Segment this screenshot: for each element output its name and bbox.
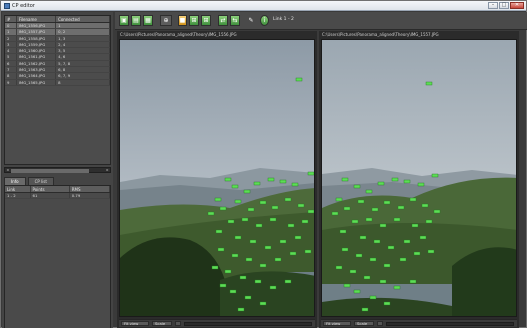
window-title: CP editor	[12, 2, 35, 9]
cell-index: 0	[5, 23, 17, 29]
image-list-header: # Filename Connected	[5, 16, 110, 23]
info-icon[interactable]: i	[260, 15, 269, 26]
right-image-path: C:\Users\Pictures\Panorama_aligned\Theor…	[322, 32, 439, 37]
cell-index: 4	[5, 48, 17, 54]
column-header-rms[interactable]: RMS	[70, 186, 110, 192]
cell-connected: 8	[56, 79, 110, 85]
table-row[interactable]: 9 IMG_1565.JPG 8	[5, 79, 110, 86]
minimize-button[interactable]: –	[488, 2, 498, 9]
link-table-header: Link Points RMS	[5, 186, 110, 193]
panel-tabs: Info CP list	[4, 177, 54, 185]
cell-filename: IMG_1561.JPG	[17, 54, 57, 60]
app-window: CP editor – □ ✕ # Filename Connected 0 IM…	[0, 0, 527, 328]
cell-link: 1 - 2	[5, 193, 31, 199]
fit-icon[interactable]: ▣	[119, 15, 129, 26]
cell-filename: IMG_1559.JPG	[17, 41, 57, 48]
close-button[interactable]: ✕	[510, 2, 524, 9]
right-zoom-select[interactable]: Fit view	[323, 321, 351, 326]
link-label: Link 1 - 2	[273, 17, 294, 22]
swap-2-icon[interactable]: ⇆	[230, 15, 240, 26]
cell-index: 2	[5, 35, 17, 41]
cp-icon[interactable]: ⊕	[160, 15, 172, 26]
cell-filename: IMG_1560.JPG	[17, 48, 57, 54]
tab-cp-list[interactable]: CP list	[27, 177, 54, 185]
scrollbar-thumb[interactable]	[11, 168, 89, 173]
column-header-connected[interactable]: Connected	[56, 16, 110, 22]
left-horizontal-scrollbar[interactable]	[184, 322, 312, 326]
cell-filename: IMG_1557.JPG	[17, 29, 57, 35]
image-list-table: # Filename Connected 0 IMG_1556.JPG 1 1 IMG…	[4, 15, 111, 165]
left-scale-select[interactable]: Scale	[152, 321, 172, 326]
left-image-path: C:\Users\Pictures\Panorama_aligned\Theor…	[120, 32, 237, 37]
right-horizontal-scrollbar[interactable]	[386, 322, 514, 326]
align-2-icon[interactable]: ⊞	[201, 15, 211, 26]
cell-connected: 0, 2	[56, 29, 110, 35]
zoom-icon[interactable]: ▤	[131, 15, 141, 26]
cell-rms: 0.79	[70, 193, 110, 199]
swap-icon[interactable]: ⇄	[218, 15, 228, 26]
left-landscape-image	[120, 40, 314, 316]
left-pane-controls: Fit view Scale	[119, 319, 315, 327]
right-landscape-image	[322, 40, 516, 316]
column-header-index[interactable]: #	[5, 16, 17, 22]
cell-filename: IMG_1562.JPG	[17, 60, 57, 67]
left-zoom-select[interactable]: Fit view	[121, 321, 149, 326]
settings-icon[interactable]: ✎	[246, 15, 256, 26]
column-header-filename[interactable]: Filename	[17, 16, 57, 22]
grid-icon[interactable]: ▦	[143, 15, 153, 26]
cell-filename: IMG_1556.JPG	[17, 23, 57, 29]
link-table: Link Points RMS 1 - 2 61 0.79	[4, 185, 111, 328]
cell-filename: IMG_1563.JPG	[17, 67, 57, 73]
right-image-pane: C:\Users\Pictures\Panorama_aligned\Theor…	[319, 31, 519, 328]
app-icon	[4, 3, 10, 9]
cell-index: 6	[5, 60, 17, 67]
highlight-icon[interactable]: ■	[178, 15, 187, 26]
cell-points: 61	[31, 193, 70, 199]
cell-connected: 6, 7, 9	[56, 73, 110, 79]
cell-connected: 4, 6	[56, 54, 110, 60]
cell-connected: 1	[56, 23, 110, 29]
cell-index: 7	[5, 67, 17, 73]
left-prev-icon[interactable]	[175, 321, 181, 326]
image-list-scrollbar[interactable]: ◂ ▸	[4, 167, 111, 173]
maximize-button[interactable]: □	[499, 2, 509, 9]
cell-connected: 2, 4	[56, 41, 110, 48]
cell-index: 1	[5, 29, 17, 35]
table-row[interactable]: 1 - 2 61 0.79	[5, 193, 110, 200]
right-prev-icon[interactable]	[377, 321, 383, 326]
right-scale-select[interactable]: Scale	[354, 321, 374, 326]
cell-filename: IMG_1564.JPG	[17, 73, 57, 79]
cell-filename: IMG_1558.JPG	[17, 35, 57, 41]
cell-index: 3	[5, 41, 17, 48]
left-image-pane: C:\Users\Pictures\Panorama_aligned\Theor…	[117, 31, 317, 328]
cell-index: 8	[5, 73, 17, 79]
cell-index: 9	[5, 79, 17, 85]
cell-connected: 1, 3	[56, 35, 110, 41]
scroll-left-icon[interactable]: ◂	[5, 168, 10, 172]
title-bar: CP editor – □ ✕	[1, 1, 526, 11]
cell-filename: IMG_1565.JPG	[17, 79, 57, 85]
right-photo[interactable]	[321, 39, 517, 317]
left-panel: # Filename Connected 0 IMG_1556.JPG 1 1 IMG…	[2, 12, 113, 328]
cell-connected: 6, 8	[56, 67, 110, 73]
align-icon[interactable]: ⊞	[189, 15, 199, 26]
cell-connected: 3, 5	[56, 48, 110, 54]
tab-info[interactable]: Info	[4, 177, 26, 185]
cell-connected: 5, 7, 8	[56, 60, 110, 67]
left-photo[interactable]	[119, 39, 315, 317]
cell-index: 5	[5, 54, 17, 60]
toolbar: ▣ ▤ ▦ ⊕ ■ ⊞ ⊞ ⇄ ⇆ ✎ i Link 1 - 2	[115, 12, 527, 30]
column-header-points[interactable]: Points	[31, 186, 70, 192]
scroll-right-icon[interactable]: ▸	[105, 168, 110, 172]
right-pane-controls: Fit view Scale	[321, 319, 517, 327]
column-header-link[interactable]: Link	[5, 186, 31, 192]
